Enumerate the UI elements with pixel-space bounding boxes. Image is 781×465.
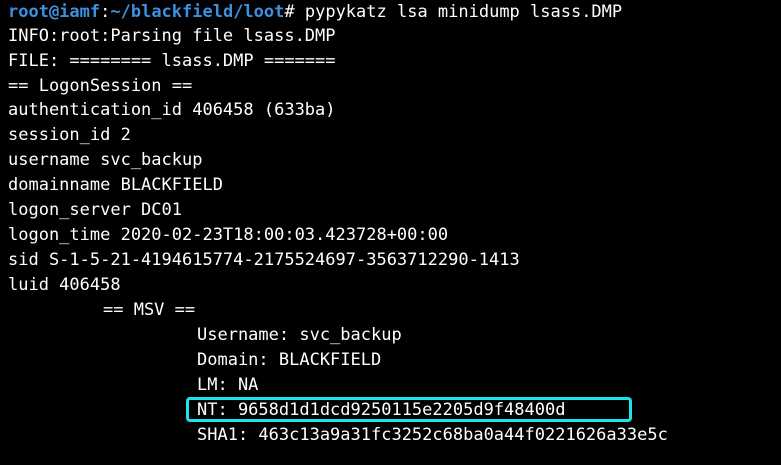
logon-server-line: logon_server DC01 bbox=[8, 200, 182, 220]
domainname-line: domainname BLACKFIELD bbox=[8, 175, 223, 195]
logon-time-line: logon_time 2020-02-23T18:00:03.423728+00… bbox=[8, 225, 449, 245]
username-line: username svc_backup bbox=[8, 150, 203, 170]
msv-domain-line: Domain: BLACKFIELD bbox=[197, 350, 382, 370]
prompt-symbol: # bbox=[284, 2, 305, 22]
msv-username-line: Username: svc_backup bbox=[197, 325, 402, 345]
prompt-separator: : bbox=[100, 2, 111, 22]
file-header-line: FILE: ======== lsass.DMP ======= bbox=[8, 51, 336, 71]
prompt-line: root@iamf:~/blackfield/loot# pypykatz ls… bbox=[8, 0, 622, 24]
logon-session-header: == LogonSession == bbox=[8, 76, 193, 96]
msv-header: == MSV == bbox=[103, 300, 196, 320]
info-line: INFO:root:Parsing file lsass.DMP bbox=[8, 26, 336, 46]
authentication-id-line: authentication_id 406458 (633ba) bbox=[8, 100, 336, 120]
luid-line: luid 406458 bbox=[8, 275, 121, 295]
prompt-path: ~/blackfield/loot bbox=[110, 2, 285, 22]
terminal-window[interactable]: root@iamf:~/blackfield/loot# pypykatz ls… bbox=[0, 0, 781, 465]
sid-line: sid S-1-5-21-4194615774-2175524697-35637… bbox=[8, 250, 520, 270]
nt-hash-highlight-box bbox=[186, 397, 632, 422]
msv-sha1-line: SHA1: 463c13a9a31fc3252c68ba0a44f0221626… bbox=[197, 425, 668, 445]
msv-lm-line: LM: NA bbox=[197, 375, 259, 395]
session-id-line: session_id 2 bbox=[8, 125, 131, 145]
command-text: pypykatz lsa minidump lsass.DMP bbox=[304, 2, 623, 22]
prompt-user-host: root@iamf bbox=[8, 2, 101, 22]
